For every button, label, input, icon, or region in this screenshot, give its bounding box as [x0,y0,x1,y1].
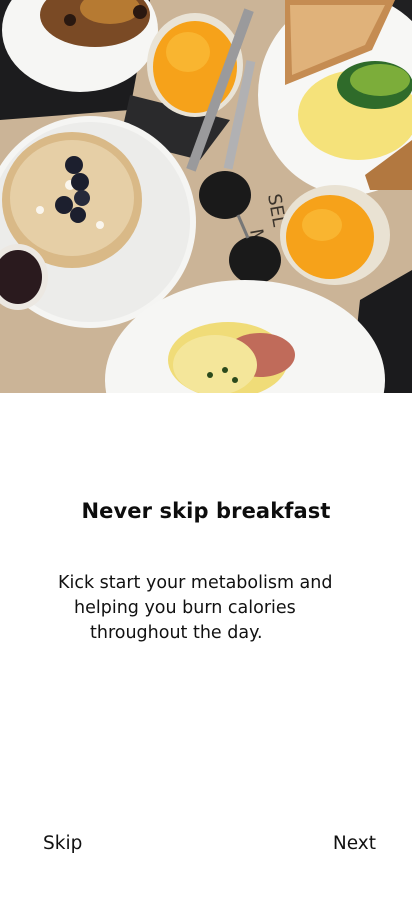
skip-button[interactable]: Skip [43,833,82,854]
onboarding-description-line-2: helping you burn calories [74,598,296,618]
next-button[interactable]: Next [333,833,376,854]
onboarding-description-line-3: throughout the day. [90,623,263,643]
breakfast-illustration: SEL MA [0,0,412,393]
onboarding-title: Never skip breakfast [81,499,331,523]
hero-image: SEL MA [0,0,412,393]
onboarding-panel: Never skip breakfast Kick start your met… [0,393,412,917]
onboarding-description-line-1: Kick start your metabolism and [58,573,333,593]
